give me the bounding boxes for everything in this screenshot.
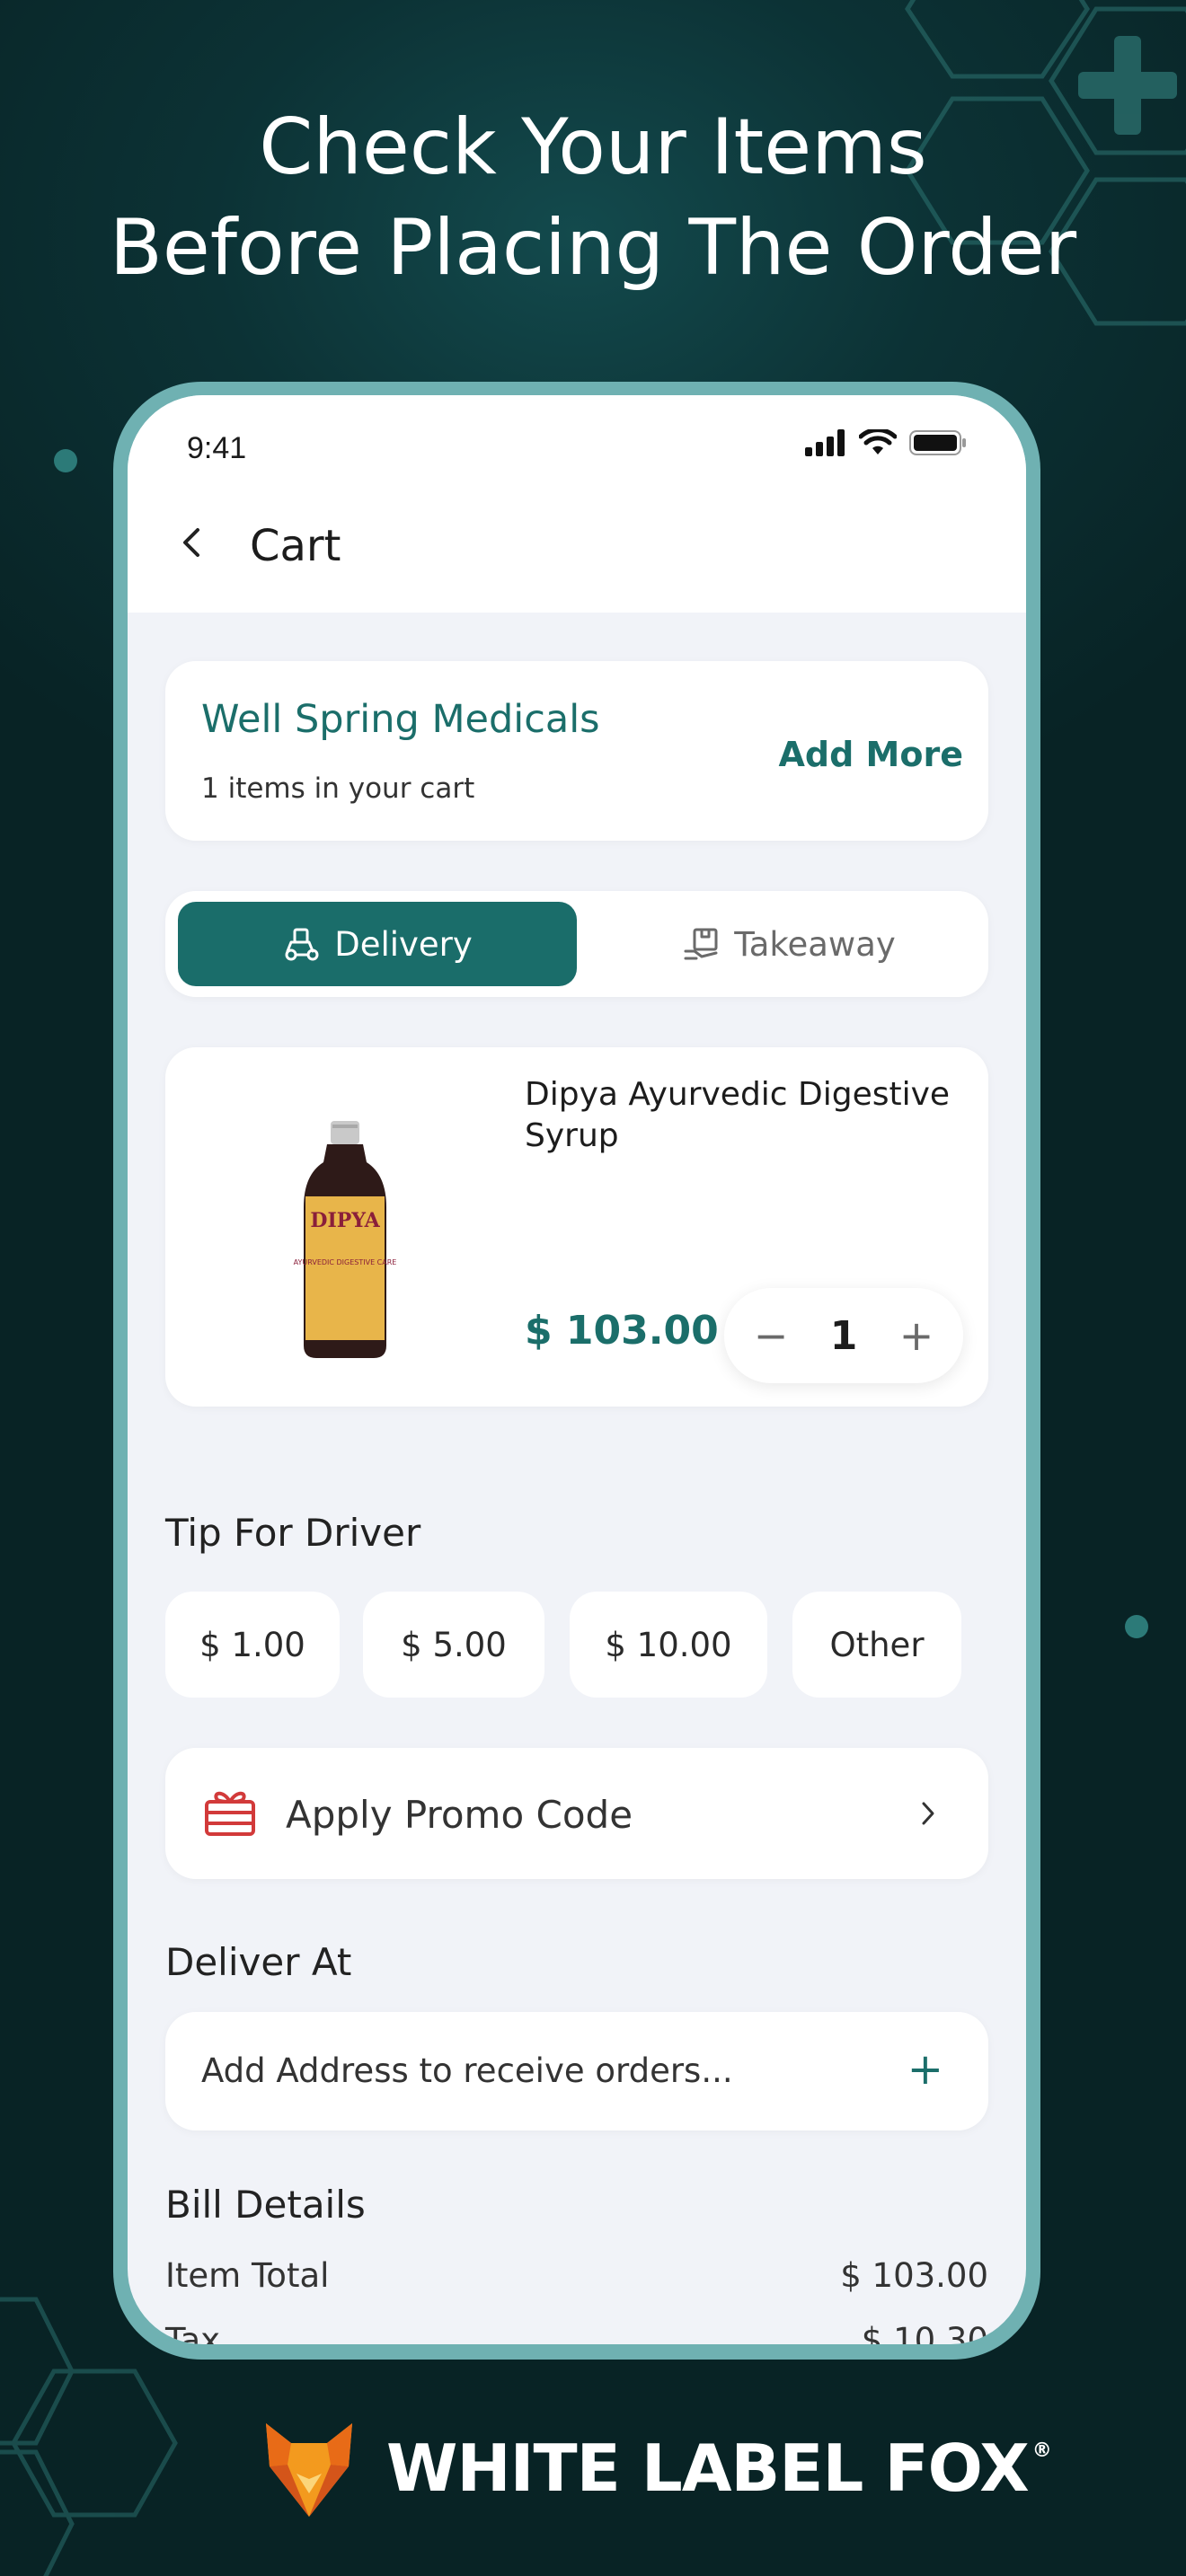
phone-screen: 9:41 Cart Well Spring Medicals 1 items i… <box>128 395 1026 2344</box>
cart-items-count: 1 items in your cart <box>201 772 475 805</box>
add-more-link[interactable]: Add More <box>779 735 963 774</box>
bill-row-value: $ 10.30 <box>861 2321 988 2344</box>
hero-title: Check Your Items Before Placing The Orde… <box>0 97 1186 298</box>
app-header: 9:41 Cart <box>128 395 1026 613</box>
delivery-tab-label: Delivery <box>334 924 473 964</box>
back-arrow-icon[interactable] <box>171 521 214 564</box>
quantity-value: 1 <box>829 1312 858 1359</box>
promo-code-label: Apply Promo Code <box>286 1793 633 1837</box>
wifi-icon <box>859 429 897 454</box>
takeaway-tab-label: Takeaway <box>734 924 896 964</box>
fox-logo-icon <box>266 2423 352 2517</box>
decor-dot-right <box>1125 1615 1148 1638</box>
battery-icon <box>909 430 966 455</box>
product-price: $ 103.00 <box>525 1308 719 1354</box>
tip-option-10[interactable]: $ 10.00 <box>570 1592 767 1698</box>
tip-option-1[interactable]: $ 1.00 <box>165 1592 340 1698</box>
brand-name-text: WHITE LABEL FOX <box>386 2430 1030 2506</box>
hero-title-line-2: Before Placing The Order <box>109 203 1077 293</box>
tip-section-title: Tip For Driver <box>165 1511 421 1555</box>
order-mode-toggle: Delivery Takeaway <box>165 891 988 997</box>
decrease-quantity-button[interactable]: − <box>753 1311 789 1360</box>
address-placeholder: Add Address to receive orders... <box>201 2051 733 2090</box>
bill-row-label: Item Total <box>165 2256 330 2295</box>
product-image: DIPYA AYURVEDIC DIGESTIVE CARE <box>294 1121 397 1358</box>
takeaway-bag-icon <box>684 928 718 960</box>
status-time: 9:41 <box>187 431 247 465</box>
status-icons <box>805 429 967 456</box>
increase-quantity-button[interactable]: + <box>898 1311 934 1360</box>
product-label-subtitle: AYURVEDIC DIGESTIVE CARE <box>294 1258 397 1266</box>
hero-title-line-1: Check Your Items <box>259 102 927 192</box>
product-name: Dipya Ayurvedic Digestive Syrup <box>525 1076 951 1154</box>
deliver-at-title: Deliver At <box>165 1940 352 1984</box>
delivery-tab[interactable]: Delivery <box>178 902 577 986</box>
promo-code-row[interactable]: Apply Promo Code <box>165 1748 988 1879</box>
bill-row-label: Tax <box>165 2321 221 2344</box>
bill-row-tax: Tax $ 10.30 <box>165 2321 988 2344</box>
bill-details-title: Bill Details <box>165 2183 366 2227</box>
address-field[interactable]: Add Address to receive orders... + <box>165 2012 988 2130</box>
decor-dot-left <box>54 449 77 472</box>
bill-row-item-total: Item Total $ 103.00 <box>165 2256 988 2295</box>
brand-registered-mark: ® <box>1031 2439 1052 2462</box>
gift-icon <box>205 1791 255 1836</box>
tip-option-5[interactable]: $ 5.00 <box>363 1592 544 1698</box>
quantity-stepper: − 1 + <box>724 1288 963 1383</box>
product-card: DIPYA AYURVEDIC DIGESTIVE CARE Dipya Ayu… <box>165 1047 988 1407</box>
store-name: Well Spring Medicals <box>201 697 600 742</box>
tip-option-other[interactable]: Other <box>792 1592 961 1698</box>
delivery-scooter-icon <box>285 928 319 961</box>
brand-name: WHITE LABEL FOX ® <box>386 2430 1052 2506</box>
signal-icon <box>805 429 845 456</box>
chevron-right-icon <box>922 1802 934 1825</box>
add-address-button[interactable]: + <box>907 2044 943 2095</box>
takeaway-tab[interactable]: Takeaway <box>591 902 987 986</box>
store-card: Well Spring Medicals 1 items in your car… <box>165 661 988 841</box>
product-label-brand: DIPYA <box>310 1209 380 1232</box>
page-title: Cart <box>250 521 341 571</box>
bill-row-value: $ 103.00 <box>840 2256 988 2295</box>
